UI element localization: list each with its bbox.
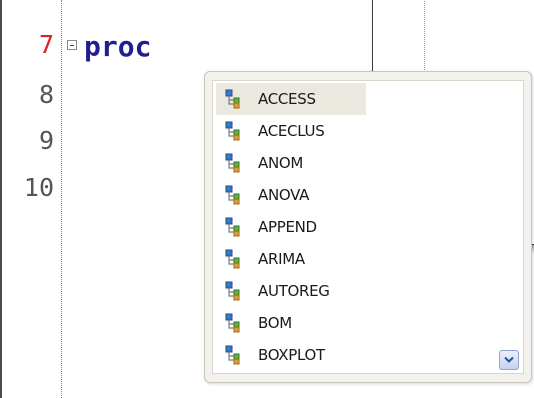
autocomplete-item[interactable]: APPEND — [216, 211, 366, 243]
code-keyword[interactable]: proc — [84, 30, 151, 64]
autocomplete-item[interactable]: ANOVA — [216, 179, 366, 211]
autocomplete-item-label: ANOM — [258, 154, 304, 172]
scroll-down-button[interactable] — [499, 350, 519, 370]
autocomplete-item-label: ANOVA — [258, 186, 310, 204]
autocomplete-item-label: ARIMA — [258, 250, 305, 268]
line-number-10: 10 — [23, 173, 54, 202]
gutter-separator — [61, 0, 62, 398]
procedure-icon — [225, 121, 240, 141]
autocomplete-item-label: ACCESS — [258, 90, 316, 108]
autocomplete-item[interactable]: ANOM — [216, 147, 366, 179]
procedure-icon — [225, 185, 240, 205]
fold-collapse-icon[interactable] — [67, 40, 77, 50]
autocomplete-item[interactable]: ACCESS — [216, 83, 366, 115]
autocomplete-item-label: AUTOREG — [258, 282, 330, 300]
line-number-8: 8 — [38, 80, 54, 109]
line-number-9: 9 — [38, 126, 54, 155]
autocomplete-item[interactable]: ARIMA — [216, 243, 366, 275]
autocomplete-item[interactable]: BOXPLOT — [216, 339, 366, 371]
autocomplete-list[interactable]: ACCESS ACECLUS ANOM ANOVA APPEND ARIMA A… — [212, 80, 524, 374]
autocomplete-item-label: ACECLUS — [258, 122, 325, 140]
procedure-icon — [225, 89, 240, 109]
procedure-icon — [225, 345, 240, 365]
procedure-icon — [225, 153, 240, 173]
chevron-down-icon — [504, 356, 514, 363]
autocomplete-popup[interactable]: ACCESS ACECLUS ANOM ANOVA APPEND ARIMA A… — [204, 71, 532, 383]
line-number-7: 7 — [38, 30, 54, 59]
procedure-icon — [225, 313, 240, 333]
autocomplete-item-label: BOXPLOT — [258, 346, 325, 364]
autocomplete-item[interactable]: AUTOREG — [216, 275, 366, 307]
procedure-icon — [225, 249, 240, 269]
procedure-icon — [225, 217, 240, 237]
autocomplete-item-label: BOM — [258, 314, 292, 332]
autocomplete-item-label: APPEND — [258, 218, 317, 236]
autocomplete-item[interactable]: BOM — [216, 307, 366, 339]
procedure-icon — [225, 281, 240, 301]
autocomplete-item[interactable]: ACECLUS — [216, 115, 366, 147]
